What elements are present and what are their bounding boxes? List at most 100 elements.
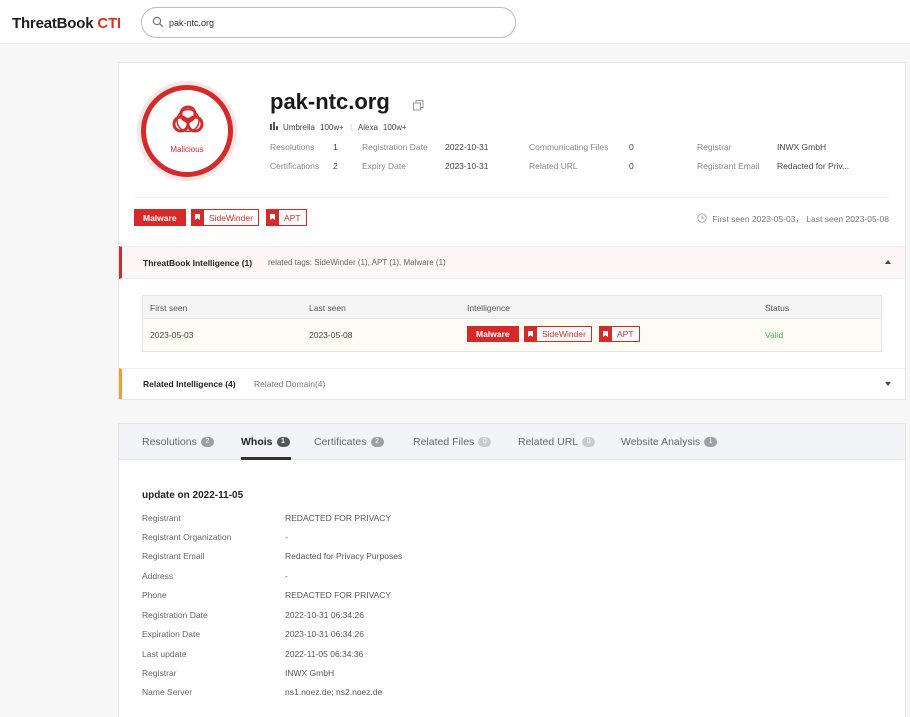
whois-value: Redacted for Privacy Purposes [285,551,403,561]
search-input[interactable] [169,15,499,31]
whois-label: Expiration Date [142,629,201,639]
verdict-badge: Malicious [137,81,237,181]
tab-count-badge: 0 [582,437,596,447]
bookmark-icon [267,210,279,225]
divider [135,197,889,198]
column-header: First seen [150,303,188,313]
whois-label: Registration Date [142,610,208,620]
whois-value: ns1.noez.de; ns2.noez.de [285,687,383,697]
expiry-date-value: 2023-10-31 [445,161,489,171]
search-box[interactable] [141,7,516,38]
column-header: Last seen [309,303,346,313]
tab-count-badge: 2 [370,437,384,447]
status-badge: Valid [765,330,784,340]
verdict-label: Malicious [170,145,204,154]
tab-whois[interactable]: Whois 1 [241,436,290,448]
alexa-label: Alexa [357,122,378,132]
last-seen-cell: 2023-05-08 [309,330,353,340]
umbrella-label: Umbrella [283,122,316,132]
related-url-value[interactable]: 0 [629,161,634,171]
tab-resolutions[interactable]: Resolutions 2 [142,436,214,448]
whois-label: Address [142,571,174,581]
whois-value: REDACTED FOR PRIVACY [285,513,392,523]
related-intel-sub: Related Domain(4) [254,379,326,389]
tab-website-analysis[interactable]: Website Analysis 1 [621,436,718,448]
table-row: 2023-05-03 2023-05-08 Malware SideWinder… [143,319,881,351]
resolutions-label: Resolutions [270,142,315,152]
column-header: Status [765,303,790,313]
tab-certificates[interactable]: Certificates 2 [314,436,384,448]
tag-sidewinder[interactable]: SideWinder [524,326,592,342]
bookmark-icon [192,210,204,225]
whois-value: 2022-11-05 06:34:36 [285,649,364,659]
whois-value: REDACTED FOR PRIVACY [285,590,392,600]
active-tab-indicator [241,457,291,460]
rank-info: Umbrella 100w+ | Alexa 100w+ [270,122,407,132]
bookmark-icon [600,327,612,341]
seen-dates: First seen 2023-05-03， Last seen 2023-05… [697,213,889,225]
bookmark-icon [525,327,537,341]
whois-label: Phone [142,590,167,600]
whois-label: Registrant Email [142,551,205,561]
search-icon [152,16,164,30]
expiry-date-label: Expiry Date [362,161,406,171]
registrar-label: Registrar [697,142,732,152]
whois-label: Registrant Organization [142,532,232,542]
detail-tabs-card: Resolutions 2 Whois 1 Certificates 2 Relate… [118,423,906,717]
tab-count-badge: 0 [478,437,492,447]
domain-title: pak-ntc.org [270,89,390,114]
collapse-icon[interactable] [885,260,891,264]
threatbook-intel-header[interactable]: ThreatBook Intelligence (1) related tags… [119,246,905,279]
intel-table: First seen Last seen Intelligence Status… [142,295,882,352]
tag-apt[interactable]: APT [266,209,307,226]
whois-value: INWX GmbH [285,668,335,678]
resolutions-value[interactable]: 1 [333,142,338,152]
certifications-value[interactable]: 2 [333,161,338,171]
tab-related-files[interactable]: Related Files 0 [413,436,492,448]
registrant-email-value: Redacted for Priv... [777,161,850,171]
whois-label: Last update [142,649,187,659]
tab-bar: Resolutions 2 Whois 1 Certificates 2 Relate… [119,424,905,460]
registration-date-label: Registration Date [362,142,428,152]
clock-icon [697,213,712,225]
whois-update-title: update on 2022-11-05 [142,490,244,501]
related-intel-header[interactable]: Related Intelligence (4) Related Domain(… [119,368,905,399]
first-seen-cell: 2023-05-03 [150,330,194,340]
umbrella-value: 100w+ [320,122,344,132]
intel-table-header: First seen Last seen Intelligence Status [143,296,881,319]
related-url-label: Related URL [529,161,578,171]
whois-value: 2022-10-31 06:34:26 [285,610,364,620]
whois-value: - [285,571,288,581]
tag-malware[interactable]: Malware [134,209,186,226]
related-intel-title: Related Intelligence (4) [143,379,236,389]
tab-count-badge: 1 [704,437,718,447]
tag-sidewinder[interactable]: SideWinder [191,209,259,226]
certifications-label: Certifications [270,161,320,171]
threatbook-logo[interactable]: ThreatBook CTI [12,15,121,32]
top-bar: ThreatBook CTI [0,0,910,44]
tag-malware[interactable]: Malware [467,326,519,342]
biohazard-icon [172,104,204,138]
copy-icon[interactable] [413,100,424,113]
expand-icon[interactable] [885,382,891,386]
bar-chart-icon [270,122,279,132]
registration-date-value: 2022-10-31 [445,142,489,152]
alexa-value: 100w+ [382,122,407,132]
tab-count-badge: 2 [200,437,214,447]
tag-apt[interactable]: APT [599,326,640,342]
registrant-email-label: Registrant Email [697,161,760,171]
whois-label: Name Server [142,687,193,697]
tab-count-badge: 1 [276,437,290,447]
threatbook-intel-title: ThreatBook Intelligence (1) [143,258,253,268]
whois-value: - [285,532,288,542]
communicating-files-label: Communicating Files [529,142,609,152]
registrar-value: INWX GmbH [777,142,827,152]
whois-label: Registrar [142,668,177,678]
communicating-files-value[interactable]: 0 [629,142,634,152]
column-header: Intelligence [467,303,511,313]
whois-value: 2023-10-31 06:34:26 [285,629,364,639]
whois-label: Registrant [142,513,181,523]
tab-related-url[interactable]: Related URL 0 [518,436,596,448]
domain-summary-card: Malicious pak-ntc.org Umbrella 100w+ | A… [118,62,906,400]
threatbook-intel-related-tags: related tags: SideWinder (1), APT (1), M… [268,258,446,267]
